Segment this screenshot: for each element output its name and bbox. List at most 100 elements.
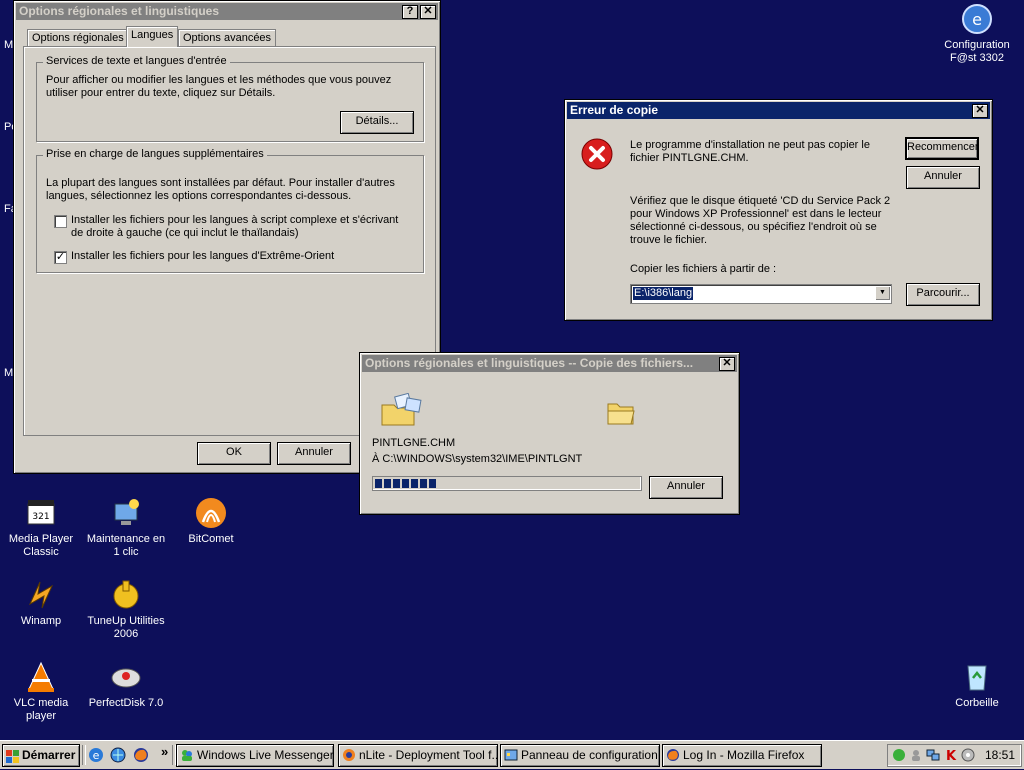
flying-papers-icon — [380, 392, 426, 427]
group-label: Prise en charge de langues supplémentair… — [43, 148, 267, 160]
copy-filename: PINTLGNE.CHM — [372, 437, 456, 449]
desktop-icon-label: BitComet — [188, 533, 234, 545]
desktop-icon-label: PerfectDisk 7.0 — [88, 697, 164, 709]
details-button[interactable]: Détails... — [340, 111, 414, 134]
cancel-button[interactable]: Annuler — [277, 442, 351, 465]
retry-button[interactable]: Recommencer — [905, 137, 979, 160]
copy-progress-bar — [372, 476, 642, 491]
tab-advanced-options[interactable]: Options avancées — [178, 29, 277, 47]
maintenance-icon — [109, 496, 143, 530]
complex-script-label: Installer les fichiers pour les langues … — [71, 214, 399, 239]
desktop-icon-maintenance[interactable]: Maintenance en 1 clic — [83, 496, 169, 559]
nlite-icon — [342, 748, 356, 762]
taskbar-separator — [82, 745, 86, 765]
taskbar-item-label: nLite - Deployment Tool f... — [359, 748, 498, 762]
antivirus-icon[interactable]: K — [944, 748, 958, 764]
desktop-icon-perfectdisk[interactable]: PerfectDisk 7.0 — [83, 660, 169, 710]
cancel-button[interactable]: Annuler — [649, 476, 723, 499]
disk-utility-icon[interactable] — [961, 748, 975, 762]
close-button[interactable]: ✕ — [420, 5, 436, 19]
windows-logo-icon — [6, 749, 19, 763]
close-button[interactable]: ✕ — [719, 357, 735, 371]
desktop-icon-recycle-bin[interactable]: Corbeille — [934, 660, 1020, 710]
error-message: Le programme d'installation ne peut pas … — [630, 139, 870, 164]
desktop-icon-label: Configuration F@st 3302 — [944, 39, 1010, 64]
copy-from-combobox[interactable]: E:\i386\lang ▼ — [630, 284, 892, 304]
tab-languages[interactable]: Langues — [126, 26, 179, 47]
group-label: Services de texte et langues d'entrée — [43, 55, 230, 67]
text-services-group: Services de texte et langues d'entrée Po… — [36, 55, 424, 142]
messenger-icon — [180, 748, 194, 762]
svg-text:e: e — [972, 10, 982, 29]
error-dialog-title: Erreur de copie — [570, 103, 659, 117]
copy-progress-dialog: Options régionales et linguistiques -- C… — [359, 352, 740, 515]
firefox-icon — [666, 748, 680, 762]
taskbar: Démarrer e » Windows Live Messenger nLit… — [0, 740, 1024, 769]
desktop-icon-vlc[interactable]: VLC media player — [0, 660, 84, 723]
desktop-icon-label: TuneUp Utilities 2006 — [87, 615, 165, 640]
winamp-icon — [24, 578, 58, 612]
desktop-icon-winamp[interactable]: Winamp — [0, 578, 84, 628]
svg-text:e: e — [93, 749, 100, 762]
control-panel-icon — [504, 748, 518, 762]
desktop-icon[interactable] — [110, 747, 126, 763]
desktop-icon-bitcomet[interactable]: BitComet — [168, 496, 254, 546]
error-dialog-titlebar[interactable]: Erreur de copie ✕ — [567, 102, 990, 119]
copy-dialog-title: Options régionales et linguistiques -- C… — [365, 356, 694, 370]
system-tray: K 18:51 — [887, 744, 1022, 767]
desktop-icon-label: Maintenance en 1 clic — [86, 533, 166, 558]
east-asian-checkbox[interactable]: ✓ — [54, 251, 67, 264]
chevron-right-icon[interactable]: » — [161, 744, 168, 759]
taskbar-item-messenger[interactable]: Windows Live Messenger — [176, 744, 334, 767]
complex-script-checkbox[interactable] — [54, 215, 67, 228]
supplemental-languages-group: Prise en charge de langues supplémentair… — [36, 148, 424, 273]
ok-button[interactable]: OK — [197, 442, 271, 465]
messenger-status-icon[interactable] — [909, 748, 923, 762]
recycle-bin-icon — [960, 660, 994, 694]
network-config-icon: e — [960, 2, 994, 36]
network-icon[interactable] — [892, 748, 906, 762]
clock[interactable]: 18:51 — [985, 748, 1015, 762]
copy-dialog-titlebar[interactable]: Options régionales et linguistiques -- C… — [362, 355, 737, 372]
desktop-icon-label: Winamp — [20, 615, 62, 627]
east-asian-label: Installer les fichiers pour les langues … — [71, 250, 335, 262]
chevron-down-icon[interactable]: ▼ — [875, 286, 890, 300]
copy-destination: À C:\WINDOWS\system32\IME\PINTLGNT — [372, 453, 583, 465]
desktop-icon-media-player[interactable]: 321 Media Player Classic — [0, 496, 84, 559]
tuneup-icon — [109, 578, 143, 612]
ie-icon[interactable]: e — [88, 747, 104, 763]
copy-from-input[interactable]: E:\i386\lang — [633, 287, 694, 300]
taskbar-item-label: Log In - Mozilla Firefox — [683, 748, 805, 762]
vlc-icon — [24, 660, 58, 694]
help-button[interactable]: ? — [402, 5, 418, 19]
desktop-icon-tuneup[interactable]: TuneUp Utilities 2006 — [83, 578, 169, 641]
progress-fill — [375, 479, 438, 488]
copy-error-dialog: Erreur de copie ✕ Le programme d'install… — [564, 99, 993, 321]
regional-dialog-titlebar[interactable]: Options régionales et linguistiques ? ✕ — [16, 3, 438, 20]
tab-regional-options[interactable]: Options régionales — [27, 29, 129, 47]
desktop-edge-label: M — [4, 39, 14, 51]
folder-icon — [606, 400, 636, 426]
svg-text:321: 321 — [32, 512, 49, 522]
taskbar-item-firefox[interactable]: Log In - Mozilla Firefox — [662, 744, 822, 767]
desktop-icon-label: Corbeille — [955, 697, 999, 709]
firefox-icon[interactable] — [133, 747, 149, 763]
start-button[interactable]: Démarrer — [2, 744, 80, 767]
svg-text:K: K — [946, 749, 957, 762]
close-button[interactable]: ✕ — [972, 104, 988, 118]
cancel-button[interactable]: Annuler — [906, 166, 980, 189]
network-connection-icon[interactable] — [926, 748, 940, 762]
browse-button[interactable]: Parcourir... — [906, 283, 980, 306]
start-label: Démarrer — [22, 748, 76, 762]
regional-dialog-title: Options régionales et linguistiques — [19, 4, 220, 18]
error-instructions: Vérifiez que le disque étiqueté 'CD du S… — [630, 195, 891, 246]
desktop-icon-configuration[interactable]: e Configuration F@st 3302 — [934, 2, 1020, 65]
taskbar-item-nlite[interactable]: nLite - Deployment Tool f... — [338, 744, 498, 767]
bitcomet-icon — [194, 496, 228, 530]
error-icon — [580, 137, 614, 171]
text-services-description: Pour afficher ou modifier les langues et… — [46, 74, 392, 99]
media-player-icon: 321 — [24, 496, 58, 530]
taskbar-item-control-panel[interactable]: Panneau de configuration — [500, 744, 660, 767]
desktop-edge-label: M — [4, 367, 14, 379]
copy-from-label: Copier les fichiers à partir de : — [630, 263, 777, 275]
